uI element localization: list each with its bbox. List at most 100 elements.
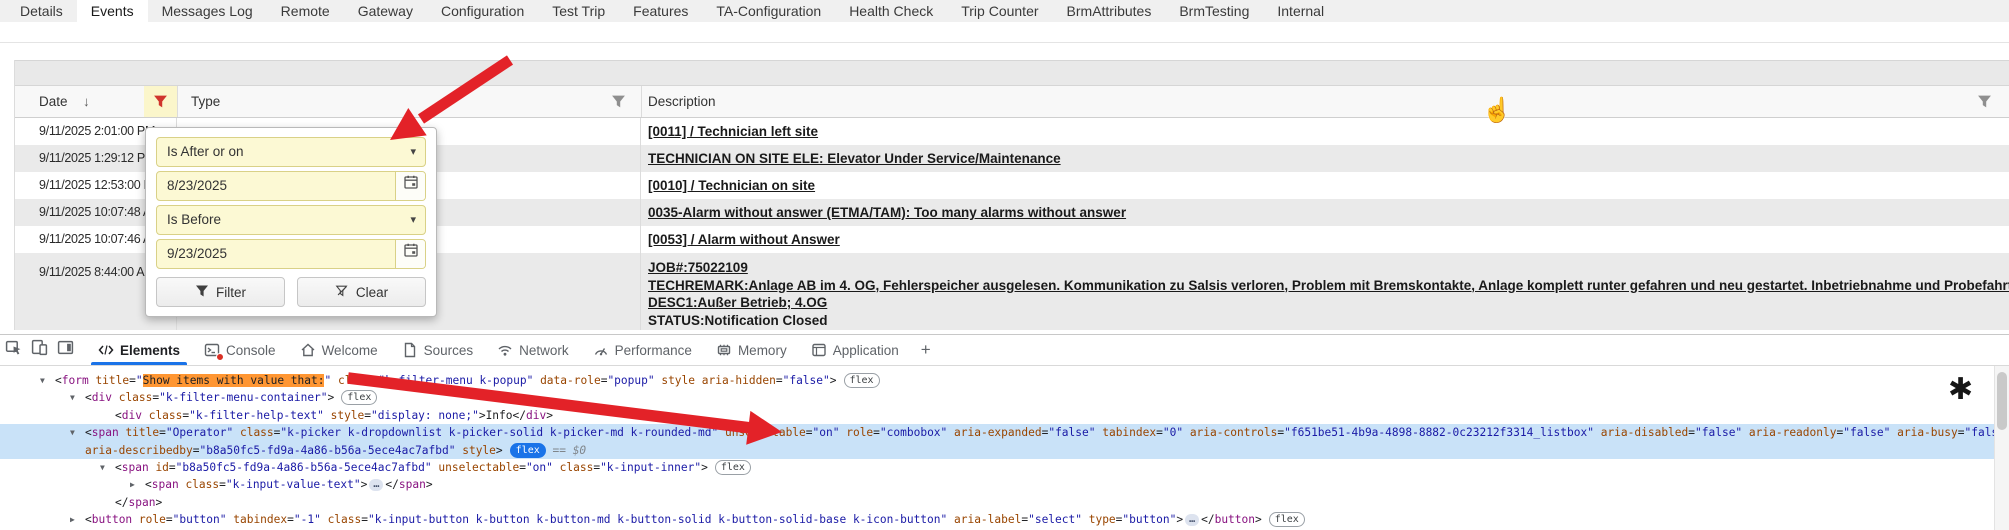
devtools-tab-console[interactable]: Console bbox=[192, 335, 288, 365]
panel-divider bbox=[0, 42, 2009, 43]
calendar-icon bbox=[403, 172, 419, 200]
column-header-type[interactable]: Type bbox=[191, 94, 220, 109]
devtools-tab-performance[interactable]: Performance bbox=[581, 335, 704, 365]
expand-toggle-icon[interactable]: ▶ bbox=[70, 511, 85, 528]
filter-operator-bottom-dropdown[interactable]: Is Before ▾ bbox=[156, 205, 426, 235]
expand-toggle-icon[interactable]: ▼ bbox=[70, 424, 85, 441]
console-icon bbox=[204, 342, 220, 358]
devtools-tab-label: Network bbox=[519, 343, 569, 358]
devtools-panel: Elements Console Welcome Sources Network Perf… bbox=[0, 334, 2009, 530]
device-toolbar-button[interactable] bbox=[26, 335, 52, 365]
event-description-link[interactable]: [0053] / Alarm without Answer bbox=[648, 232, 840, 247]
dock-icon bbox=[57, 339, 74, 361]
network-icon bbox=[497, 342, 513, 358]
filter-date-top-value: 8/23/2025 bbox=[167, 172, 395, 200]
tab-details[interactable]: Details bbox=[6, 0, 77, 22]
devtools-scrollbar[interactable] bbox=[1994, 366, 2009, 530]
mouse-cursor-hand: ☝ bbox=[1482, 96, 1512, 125]
devtools-tab-label: Application bbox=[833, 343, 899, 358]
dom-tree-node[interactable]: ▶<button role="button" tabindex="-1" cla… bbox=[0, 511, 1994, 528]
devtools-tab-application[interactable]: Application bbox=[799, 335, 911, 365]
type-filter-icon[interactable] bbox=[611, 94, 626, 109]
description-cell: 0035-Alarm without answer (ETMA/TAM): To… bbox=[641, 199, 2009, 226]
filter-operator-top-value: Is After or on bbox=[167, 138, 425, 166]
event-description-link[interactable]: [0011] / Technician left site bbox=[648, 124, 818, 139]
tab-remote[interactable]: Remote bbox=[267, 0, 344, 22]
devtools-tab-label: Console bbox=[226, 343, 276, 358]
dom-tree-node[interactable]: ▼<form title="Show items with value that… bbox=[0, 372, 1994, 389]
description-cell: [0010] / Technician on site bbox=[641, 172, 2009, 199]
expand-toggle-icon[interactable]: ▶ bbox=[130, 476, 145, 493]
column-header-description[interactable]: Description bbox=[648, 94, 716, 109]
filter-operator-top-dropdown[interactable]: Is After or on ▾ bbox=[156, 137, 426, 167]
filter-button-label: Filter bbox=[216, 285, 246, 300]
tab-events[interactable]: Events bbox=[77, 0, 148, 22]
filter-date-bottom-input[interactable]: 9/23/2025 bbox=[156, 239, 426, 269]
devtools-tab-label: Welcome bbox=[322, 343, 378, 358]
event-description-link[interactable]: 0035-Alarm without answer (ETMA/TAM): To… bbox=[648, 205, 1126, 220]
dom-tree-node[interactable]: </span> bbox=[0, 494, 1994, 511]
dom-tree-node[interactable]: ▼<span id="b8a50fc5-fd9a-4a86-b56a-5ece4… bbox=[0, 459, 1994, 476]
calendar-button[interactable] bbox=[395, 172, 425, 200]
devtools-tab-label: Memory bbox=[738, 343, 787, 358]
tab-configuration[interactable]: Configuration bbox=[427, 0, 538, 22]
more-tabs-button[interactable]: + bbox=[911, 335, 941, 365]
chevron-down-icon[interactable]: ▾ bbox=[410, 206, 416, 234]
tab-trip-counter[interactable]: Trip Counter bbox=[947, 0, 1052, 22]
elements-icon bbox=[98, 342, 114, 358]
column-divider bbox=[641, 86, 642, 117]
tab-ta-configuration[interactable]: TA-Configuration bbox=[702, 0, 835, 22]
chevron-down-icon[interactable]: ▾ bbox=[410, 138, 416, 166]
clear-button[interactable]: Clear bbox=[297, 277, 426, 307]
filter-operator-bottom-value: Is Before bbox=[167, 206, 425, 234]
dom-tree-node[interactable]: <div class="k-filter-help-text" style="d… bbox=[0, 407, 1994, 424]
dom-tree-node[interactable]: ▼<div class="k-filter-menu-container">fl… bbox=[0, 389, 1994, 406]
devtools-tab-memory[interactable]: Memory bbox=[704, 335, 799, 365]
funnel-clear-icon bbox=[335, 284, 349, 301]
event-description-link[interactable]: STATUS:Notification Closed bbox=[648, 312, 2009, 330]
tab-messages-log[interactable]: Messages Log bbox=[148, 0, 267, 22]
devtools-tab-label: Sources bbox=[424, 343, 474, 358]
dom-tree-node[interactable]: aria-describedby="b8a50fc5-fd9a-4a86-b56… bbox=[0, 442, 1994, 459]
tab-internal[interactable]: Internal bbox=[1263, 0, 1338, 22]
device-icon bbox=[31, 339, 48, 361]
expand-toggle-icon[interactable]: ▼ bbox=[100, 459, 115, 476]
dom-tree-node[interactable]: ▶<span class="k-input-value-text">…</spa… bbox=[0, 476, 1994, 493]
inspect-element-button[interactable] bbox=[0, 335, 26, 365]
expand-toggle-icon[interactable]: ▼ bbox=[70, 389, 85, 406]
tab-brmtesting[interactable]: BrmTesting bbox=[1165, 0, 1263, 22]
scrollbar-thumb[interactable] bbox=[1997, 372, 2007, 430]
event-description-link[interactable]: TECHNICIAN ON SITE ELE: Elevator Under S… bbox=[648, 151, 1061, 166]
tab-features[interactable]: Features bbox=[619, 0, 702, 22]
dom-tree-node[interactable]: ▼<span title="Operator" class="k-picker … bbox=[0, 424, 1994, 441]
calendar-button[interactable] bbox=[395, 240, 425, 268]
event-description-link[interactable]: JOB#:75022109 bbox=[648, 259, 2009, 277]
dock-side-button[interactable] bbox=[52, 335, 78, 365]
tab-gateway[interactable]: Gateway bbox=[344, 0, 427, 22]
tab-test-trip[interactable]: Test Trip bbox=[538, 0, 619, 22]
description-cell: [0011] / Technician left site bbox=[641, 118, 2009, 145]
event-description-link[interactable]: DESC1:Außer Betrieb; 4.OG bbox=[648, 294, 2009, 312]
event-description-link[interactable]: [0010] / Technician on site bbox=[648, 178, 815, 193]
calendar-icon bbox=[403, 240, 419, 268]
event-description-link[interactable]: TECHREMARK:Anlage AB im 4. OG, Fehlerspe… bbox=[648, 277, 2009, 295]
devtools-tab-elements[interactable]: Elements bbox=[86, 335, 192, 365]
description-filter-icon[interactable] bbox=[1977, 94, 1992, 109]
expand-toggle-icon[interactable]: ▼ bbox=[40, 372, 55, 389]
devtools-tab-welcome[interactable]: Welcome bbox=[288, 335, 390, 365]
filter-button[interactable]: Filter bbox=[156, 277, 285, 307]
app-tab-strip: DetailsEventsMessages LogRemoteGatewayCo… bbox=[0, 0, 2009, 22]
application-icon bbox=[811, 342, 827, 358]
description-cell: JOB#:75022109TECHREMARK:Anlage AB im 4. … bbox=[641, 253, 2009, 330]
filter-date-top-input[interactable]: 8/23/2025 bbox=[156, 171, 426, 201]
devtools-tab-sources[interactable]: Sources bbox=[390, 335, 486, 365]
column-header-date[interactable]: Date bbox=[39, 94, 68, 109]
tab-brmattributes[interactable]: BrmAttributes bbox=[1053, 0, 1166, 22]
devtools-tab-network[interactable]: Network bbox=[485, 335, 581, 365]
grid-header: Date ↓ Type Description bbox=[15, 86, 2009, 118]
date-filter-button[interactable] bbox=[144, 86, 177, 117]
tab-health-check[interactable]: Health Check bbox=[835, 0, 947, 22]
devtools-tab-label: Performance bbox=[615, 343, 692, 358]
devtools-tab-list: Elements Console Welcome Sources Network Perf… bbox=[86, 335, 941, 365]
description-cell: [0053] / Alarm without Answer bbox=[641, 226, 2009, 253]
